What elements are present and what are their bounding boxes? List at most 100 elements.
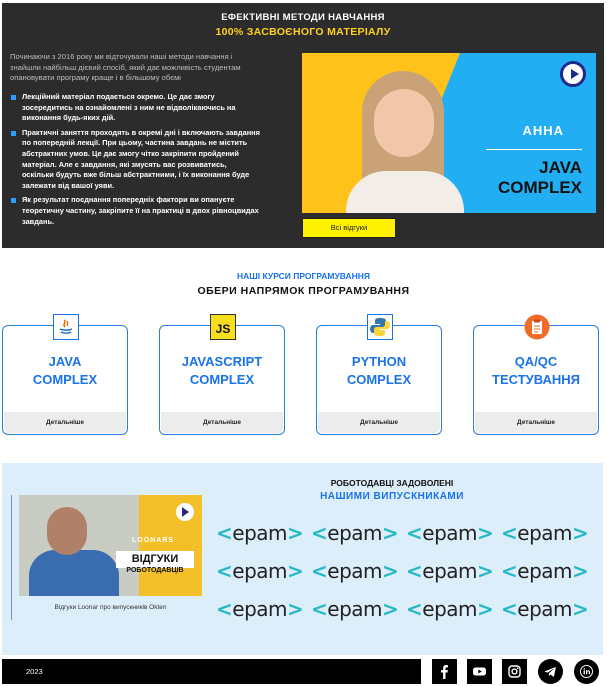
telegram-link[interactable] <box>538 659 563 684</box>
logo-bracket-right: > <box>287 559 304 583</box>
instagram-icon <box>508 665 521 678</box>
promo-divider <box>486 149 582 150</box>
course-card-python[interactable]: PYTHON COMPLEX Детальніше <box>316 314 442 435</box>
play-icon[interactable] <box>176 503 194 521</box>
course-details-button[interactable]: Детальніше <box>4 412 126 433</box>
video-caption-subtitle: РОБОТОДАВЦІВ <box>126 567 184 574</box>
epam-logo: <epam> <box>216 521 304 545</box>
student-review-video[interactable]: АННА JAVA COMPLEX <box>302 53 596 213</box>
epam-logo: <epam> <box>406 559 494 583</box>
logo-bracket-right: > <box>572 597 589 621</box>
youtube-link[interactable] <box>467 659 492 684</box>
logo-text: epam <box>422 521 478 545</box>
logo-text: epam <box>422 597 478 621</box>
methods-subtitle: 100% ЗАСВОЄНОГО МАТЕРІАЛУ <box>215 26 391 38</box>
logo-text: epam <box>517 559 573 583</box>
footer-year: 2023 <box>26 667 43 676</box>
logo-bracket-left: < <box>406 597 423 621</box>
methods-bullet-text: Як результат поєднання попередніх фактор… <box>22 195 259 226</box>
methods-bullet: Практичні заняття проходять в окремі дні… <box>10 128 260 192</box>
page: ЕФЕКТИВНІ МЕТОДИ НАВЧАННЯ 100% ЗАСВОЄНОГ… <box>0 0 607 686</box>
svg-text:JS: JS <box>216 322 231 336</box>
logo-bracket-left: < <box>311 559 328 583</box>
logo-bracket-right: > <box>382 521 399 545</box>
logo-bracket-left: < <box>311 597 328 621</box>
telegram-icon <box>544 667 556 677</box>
logo-text: epam <box>232 559 288 583</box>
methods-bullet-text: Лекційний матеріал подається окремо. Це … <box>22 92 236 123</box>
course-details-button[interactable]: Детальніше <box>318 412 440 433</box>
youtube-icon <box>473 667 486 676</box>
logo-bracket-left: < <box>216 521 233 545</box>
logo-bracket-right: > <box>572 559 589 583</box>
logo-bracket-left: < <box>216 559 233 583</box>
logo-text: epam <box>327 521 383 545</box>
facebook-icon <box>441 665 448 679</box>
logo-bracket-left: < <box>216 597 233 621</box>
logo-bracket-right: > <box>477 597 494 621</box>
course-name: QA/QC ТЕСТУВАННЯ <box>492 354 580 387</box>
logo-text: epam <box>327 559 383 583</box>
bullet-square-icon <box>11 198 16 204</box>
linkedin-link[interactable] <box>574 659 599 684</box>
methods-bullet-list: Лекційний матеріал подається окремо. Це … <box>10 92 260 231</box>
all-reviews-button[interactable]: Всі відгуки <box>302 218 396 238</box>
methods-bullet-text: Практичні заняття проходять в окремі дні… <box>22 127 260 190</box>
footer-bar: 2023 <box>2 659 421 684</box>
bullet-square-icon <box>11 95 16 100</box>
logo-bracket-right: > <box>477 521 494 545</box>
epam-logo: <epam> <box>501 559 589 583</box>
methods-bullet: Лекційний матеріал подається окремо. Це … <box>10 92 260 124</box>
courses-title: ОБЕРИ НАПРЯМОК ПРОГРАМУВАННЯ <box>197 285 410 297</box>
course-name: JAVASCRIPT COMPLEX <box>181 354 263 387</box>
logo-text: epam <box>232 521 288 545</box>
logo-text: epam <box>517 521 573 545</box>
epam-logo: <epam> <box>501 521 589 545</box>
methods-bullet: Як результат поєднання попередніх фактор… <box>10 195 260 227</box>
course-card-qa[interactable]: QA/QC ТЕСТУВАННЯ Детальніше <box>473 314 599 435</box>
section-divider <box>11 495 12 620</box>
logo-bracket-left: < <box>501 521 518 545</box>
methods-intro: Починаючи з 2016 року ми відточували наш… <box>10 52 241 82</box>
logo-bracket-right: > <box>382 559 399 583</box>
course-details-button[interactable]: Детальніше <box>161 412 283 433</box>
play-icon[interactable] <box>560 61 586 87</box>
logo-bracket-left: < <box>311 521 328 545</box>
python-icon <box>367 314 393 340</box>
clipboard-icon <box>524 314 550 340</box>
promo-course-line1: JAVA <box>539 158 582 177</box>
logo-bracket-right: > <box>477 559 494 583</box>
student-shirt <box>346 171 464 213</box>
epam-logo: <epam> <box>311 521 399 545</box>
course-name: PYTHON COMPLEX <box>346 354 412 387</box>
logo-text: epam <box>232 597 288 621</box>
employer-review-video[interactable]: LOONARS ВІДГУКИ РОБОТОДАВЦІВ <box>19 495 202 596</box>
course-name: JAVA COMPLEX <box>32 354 98 387</box>
course-card-javascript[interactable]: JS JAVASCRIPT COMPLEX Детальніше <box>159 314 285 435</box>
logo-text: epam <box>517 597 573 621</box>
video-person-head <box>47 507 87 555</box>
promo-course-name: JAVA COMPLEX <box>462 158 582 198</box>
epam-logo: <epam> <box>501 597 589 621</box>
logo-bracket-right: > <box>382 597 399 621</box>
courses-kicker: НАШІ КУРСИ ПРОГРАМУВАННЯ <box>236 271 371 281</box>
logo-text: epam <box>327 597 383 621</box>
video-brand: LOONARS <box>132 537 174 544</box>
logo-bracket-right: > <box>287 521 304 545</box>
linkedin-icon <box>580 665 593 678</box>
methods-title: ЕФЕКТИВНІ МЕТОДИ НАВЧАННЯ <box>221 12 385 23</box>
epam-logo: <epam> <box>311 597 399 621</box>
logo-bracket-left: < <box>501 559 518 583</box>
java-icon <box>53 314 79 340</box>
facebook-link[interactable] <box>432 659 457 684</box>
instagram-link[interactable] <box>502 659 527 684</box>
epam-logo: <epam> <box>216 597 304 621</box>
bullet-square-icon <box>11 130 16 136</box>
epam-logo: <epam> <box>311 559 399 583</box>
logo-text: epam <box>422 559 478 583</box>
video-person-body <box>29 550 119 596</box>
methods-section: ЕФЕКТИВНІ МЕТОДИ НАВЧАННЯ 100% ЗАСВОЄНОГ… <box>2 3 604 248</box>
promo-course-line2: COMPLEX <box>497 178 582 197</box>
course-card-java[interactable]: JAVA COMPLEX Детальніше <box>2 314 128 435</box>
course-details-button[interactable]: Детальніше <box>475 412 597 433</box>
